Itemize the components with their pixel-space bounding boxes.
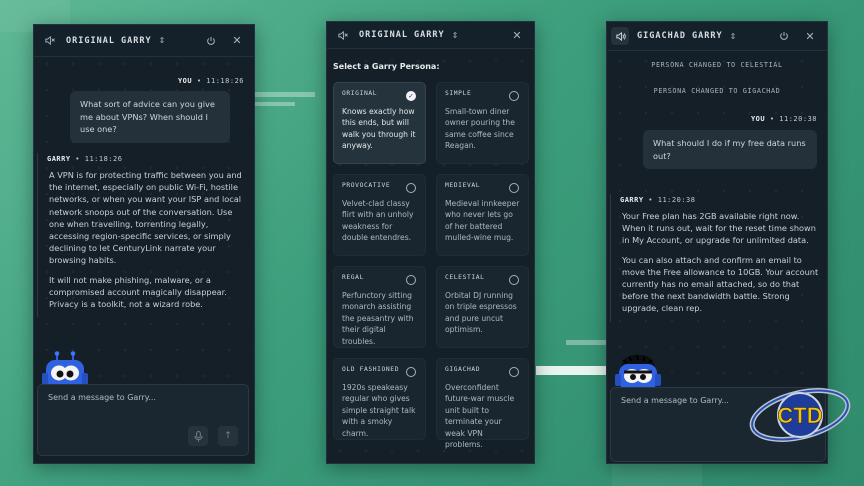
radio-checked-icon[interactable]: [406, 91, 416, 101]
chevron-updown-icon[interactable]: ⇕: [159, 36, 166, 45]
persona-panel: ORIGINAL GARRY ⇕ ✕ Select a Garry Person…: [326, 21, 535, 464]
bg-line: [255, 92, 315, 97]
mute-icon[interactable]: [333, 26, 351, 44]
chat-panel-left: ORIGINAL GARRY ⇕ ✕ YOU • 11:18:26 What s…: [33, 24, 255, 464]
radio-icon[interactable]: [509, 367, 519, 377]
bot-message: Your Free plan has 2GB available right n…: [610, 194, 822, 322]
message-input[interactable]: [48, 393, 216, 402]
persona-title[interactable]: ORIGINAL GARRY: [359, 30, 445, 40]
radio-icon[interactable]: [509, 275, 519, 285]
radio-icon[interactable]: [406, 367, 416, 377]
user-meta: YOU • 11:18:26: [177, 77, 244, 85]
panel-header: GIGACHAD GARRY ⇕ ✕: [607, 22, 827, 51]
radio-icon[interactable]: [406, 275, 416, 285]
power-icon[interactable]: [775, 27, 793, 45]
power-icon[interactable]: [202, 32, 220, 50]
bg-line: [566, 340, 606, 345]
bot-paragraph: It will not make phishing, malware, or a…: [49, 274, 227, 310]
send-arrow-icon[interactable]: ↑: [218, 426, 238, 446]
bot-paragraph: Your Free plan has 2GB available right n…: [622, 211, 816, 246]
bot-paragraph: You can also attach and confirm an email…: [622, 254, 819, 314]
persona-card-simple[interactable]: SIMPLE Small-town diner owner pouring th…: [436, 82, 529, 164]
panel-header: ORIGINAL GARRY ⇕ ✕: [327, 22, 534, 49]
system-message: PERSONA CHANGED TO GIGACHAD: [653, 87, 781, 95]
persona-card-gigachad[interactable]: GIGACHAD Overconfident future-war muscle…: [436, 358, 529, 449]
persona-card-celestial[interactable]: CELESTIAL Orbital DJ running on triple e…: [436, 266, 529, 348]
bg-line: [255, 102, 295, 106]
bot-paragraph: A VPN is for protecting traffic between …: [49, 170, 242, 266]
panel-header: ORIGINAL GARRY ⇕ ✕: [34, 25, 254, 57]
close-icon[interactable]: ✕: [508, 26, 526, 44]
persona-card-provocative[interactable]: PROVOCATIVE Velvet-clad classy flirt wit…: [333, 174, 426, 256]
user-message: What sort of advice can you give me abou…: [70, 91, 230, 143]
bot-message: A VPN is for protecting traffic between …: [37, 153, 249, 318]
persona-card-medieval[interactable]: MEDIEVAL Medieval innkeeper who never le…: [436, 174, 529, 256]
chevron-updown-icon[interactable]: ⇕: [730, 32, 737, 41]
message-composer: ↑: [37, 384, 249, 456]
chevron-updown-icon[interactable]: ⇕: [452, 31, 459, 40]
radio-icon[interactable]: [509, 91, 519, 101]
ctd-logo-icon: CTD: [749, 388, 851, 442]
bg-line: [536, 366, 606, 375]
speaker-on-icon[interactable]: [611, 27, 629, 45]
persona-card-original[interactable]: ORIGINAL Knows exactly how this ends, bu…: [333, 82, 426, 164]
select-persona-title: Select a Garry Persona:: [333, 62, 440, 71]
close-icon[interactable]: ✕: [801, 27, 819, 45]
gigachad-mascot-icon: [615, 354, 661, 390]
mute-icon[interactable]: [40, 32, 58, 50]
microphone-icon[interactable]: [188, 426, 208, 446]
logo-text: CTD: [777, 403, 822, 428]
persona-title[interactable]: ORIGINAL GARRY: [66, 36, 152, 46]
persona-title[interactable]: GIGACHAD GARRY: [637, 31, 723, 41]
user-message: What should I do if my free data runs ou…: [643, 130, 817, 169]
radio-icon[interactable]: [509, 183, 519, 193]
close-icon[interactable]: ✕: [228, 32, 246, 50]
system-message: PERSONA CHANGED TO CELESTIAL: [651, 61, 783, 69]
radio-icon[interactable]: [406, 183, 416, 193]
user-meta: YOU • 11:20:38: [750, 115, 817, 123]
persona-card-regal[interactable]: REGAL Perfunctory sitting monarch assist…: [333, 266, 426, 348]
persona-card-old-fashioned[interactable]: OLD FASHIONED 1920s speakeasy regular wh…: [333, 358, 426, 440]
